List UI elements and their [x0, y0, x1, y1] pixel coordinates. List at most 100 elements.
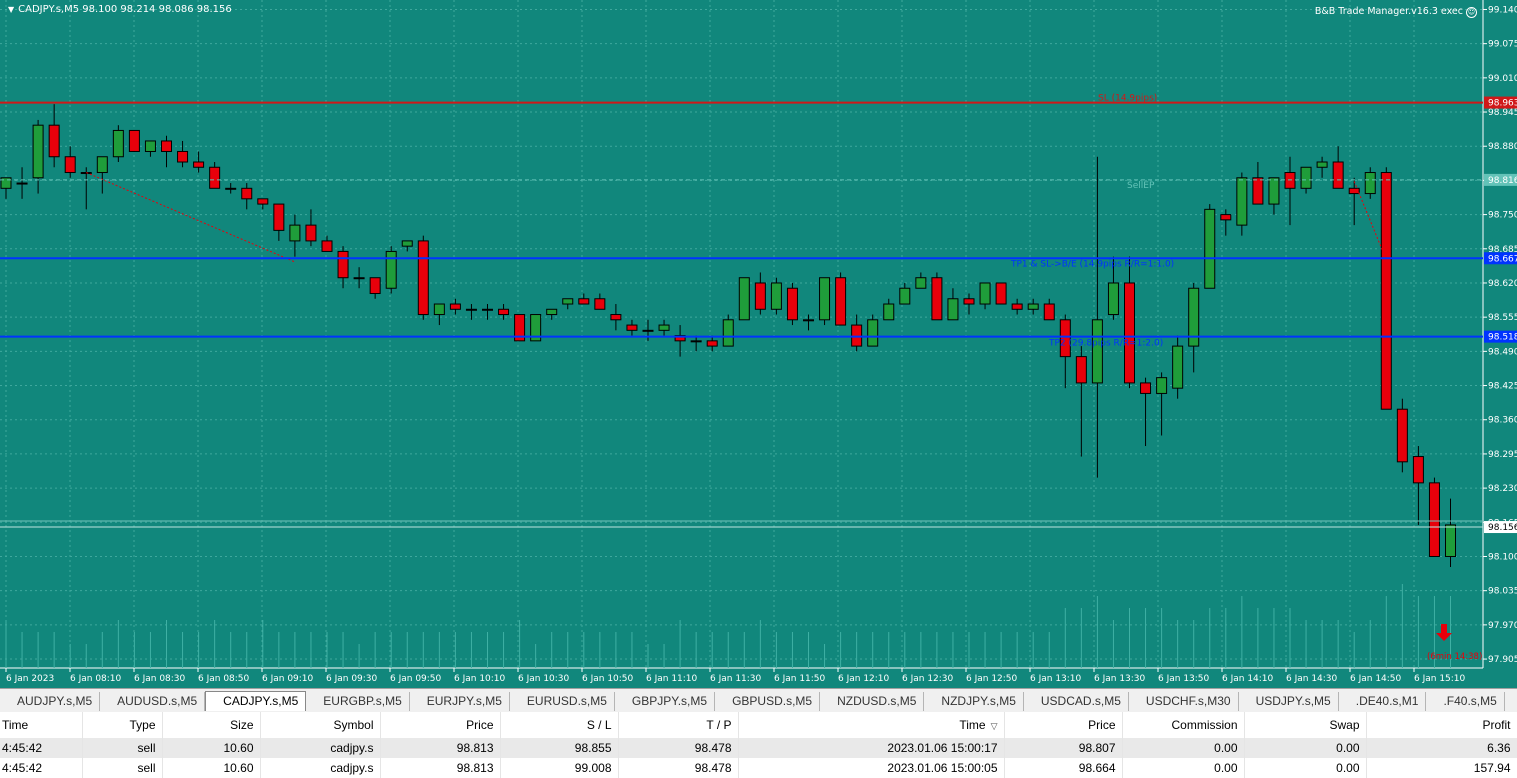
collapse-triangle-icon[interactable]: ▼ — [8, 5, 14, 14]
bull-candle[interactable] — [1172, 345, 1184, 389]
bear-candle[interactable] — [1220, 214, 1232, 221]
bull-candle[interactable] — [353, 277, 365, 280]
bear-candle[interactable] — [1412, 456, 1424, 484]
bull-candle[interactable] — [770, 282, 782, 310]
bear-candle[interactable] — [1252, 177, 1264, 205]
symbol-tab[interactable]: USDCAD.s,M5 — [1024, 692, 1129, 711]
price-chart[interactable]: 99.14099.07599.01098.94598.88098.81598.7… — [0, 0, 1517, 688]
table-row[interactable]: 4:45:42 sell 10.60 cadjpy.s 98.813 99.008 98.4… — [0, 758, 1517, 778]
bear-candle[interactable] — [305, 224, 317, 242]
bear-candle[interactable] — [610, 314, 622, 321]
bull-candle[interactable] — [1364, 172, 1376, 195]
bull-candle[interactable] — [1027, 303, 1039, 310]
column-header[interactable]: Time — [0, 712, 83, 738]
bull-candle[interactable] — [867, 319, 879, 347]
symbol-tab[interactable]: EURUSD.s,M5 — [510, 692, 615, 711]
table-row[interactable]: 4:45:42 sell 10.60 cadjpy.s 98.813 98.855 98.4… — [0, 738, 1517, 758]
smiley-icon[interactable]: ☺ — [1466, 7, 1477, 18]
sort-descending-icon[interactable]: ▽ — [991, 721, 998, 731]
bull-candle[interactable] — [385, 250, 397, 289]
symbol-tab[interactable]: .UK100.s,M5 — [1505, 692, 1517, 711]
bull-candle[interactable] — [738, 277, 750, 321]
chart-canvas[interactable]: 99.14099.07599.01098.94598.88098.81598.7… — [0, 0, 1517, 688]
bull-candle[interactable] — [1268, 177, 1280, 205]
bull-candle[interactable] — [1156, 377, 1168, 394]
bear-candle[interactable] — [498, 308, 510, 316]
bear-candle[interactable] — [64, 156, 76, 174]
symbol-tab[interactable]: USDCHF.s,M30 — [1129, 692, 1239, 711]
bull-candle[interactable] — [112, 129, 124, 158]
bear-candle[interactable] — [1140, 382, 1152, 394]
column-header[interactable]: Commission — [1122, 712, 1245, 738]
bear-candle[interactable] — [963, 298, 975, 305]
bull-candle[interactable] — [32, 124, 44, 179]
bear-candle[interactable] — [706, 340, 718, 347]
bear-candle[interactable] — [1332, 161, 1344, 189]
bear-candle[interactable] — [369, 277, 381, 294]
column-header[interactable]: Symbol — [260, 712, 381, 738]
bull-candle[interactable] — [979, 282, 991, 305]
bear-candle[interactable] — [1043, 303, 1055, 321]
bear-candle[interactable] — [1075, 356, 1087, 384]
bear-candle[interactable] — [257, 198, 269, 205]
bear-candle[interactable] — [851, 324, 863, 347]
bull-candle[interactable] — [16, 182, 28, 185]
bear-candle[interactable] — [626, 324, 638, 331]
bull-candle[interactable] — [722, 319, 734, 347]
bull-candle[interactable] — [803, 319, 814, 322]
bull-candle[interactable] — [562, 298, 574, 305]
symbol-tab[interactable]: GBPUSD.s,M5 — [715, 692, 821, 711]
symbol-tab[interactable]: .F40.s,M5 — [1426, 692, 1505, 711]
bull-candle[interactable] — [1445, 524, 1456, 557]
bull-candle[interactable] — [915, 277, 927, 289]
symbol-tab[interactable]: NZDUSD.s,M5 — [820, 692, 925, 711]
column-header[interactable]: Price — [1004, 712, 1123, 738]
symbol-tab[interactable]: AUDUSD.s,M5 — [100, 692, 206, 711]
bull-candle[interactable] — [1236, 177, 1248, 226]
bear-candle[interactable] — [1380, 172, 1392, 410]
bear-candle[interactable] — [128, 129, 140, 152]
symbol-tab[interactable]: GBPJPY.s,M5 — [615, 692, 716, 711]
column-header[interactable]: Price — [380, 712, 501, 738]
bear-candle[interactable] — [1396, 408, 1408, 463]
bull-candle[interactable] — [0, 177, 12, 189]
column-header[interactable]: Size — [162, 712, 261, 738]
bull-candle[interactable] — [1300, 166, 1312, 189]
bull-candle[interactable] — [642, 329, 654, 332]
bear-candle[interactable] — [931, 277, 943, 321]
bear-candle[interactable] — [161, 140, 172, 152]
column-header[interactable]: T / P — [618, 712, 739, 738]
column-header[interactable]: Profit — [1366, 712, 1517, 738]
bear-candle[interactable] — [754, 282, 766, 310]
bear-candle[interactable] — [273, 203, 285, 231]
bear-candle[interactable] — [578, 298, 590, 305]
bull-candle[interactable] — [225, 187, 237, 190]
bull-candle[interactable] — [1204, 208, 1216, 289]
bear-candle[interactable] — [835, 277, 847, 326]
bear-candle[interactable] — [48, 124, 60, 158]
symbol-tab[interactable]: EURGBP.s,M5 — [306, 692, 410, 711]
symbol-tab[interactable]: USDJPY.s,M5 — [1239, 692, 1339, 711]
bear-candle[interactable] — [193, 161, 205, 168]
bull-candle[interactable] — [819, 277, 831, 321]
bear-candle[interactable] — [449, 303, 461, 310]
bull-candle[interactable] — [1316, 161, 1328, 168]
bear-candle[interactable] — [1284, 172, 1296, 189]
bear-candle[interactable] — [1011, 303, 1023, 310]
bull-candle[interactable] — [546, 308, 558, 316]
bear-candle[interactable] — [177, 150, 189, 163]
symbol-tab[interactable]: .DE40.s,M1 — [1339, 692, 1427, 711]
column-header[interactable]: S / L — [500, 712, 619, 738]
bull-candle[interactable] — [883, 303, 895, 321]
bear-candle[interactable] — [417, 240, 429, 316]
bull-candle[interactable] — [144, 140, 156, 152]
bear-candle[interactable] — [321, 240, 333, 252]
bear-candle[interactable] — [241, 187, 253, 200]
symbol-tab[interactable]: AUDJPY.s,M5 — [0, 692, 101, 711]
bull-candle[interactable] — [1091, 319, 1103, 384]
symbol-tab[interactable]: NZDJPY.s,M5 — [924, 692, 1024, 711]
bull-candle[interactable] — [96, 156, 108, 174]
bear-candle[interactable] — [786, 287, 798, 321]
symbol-tab[interactable]: CADJPY.s,M5 — [205, 691, 307, 711]
bull-candle[interactable] — [433, 303, 445, 316]
